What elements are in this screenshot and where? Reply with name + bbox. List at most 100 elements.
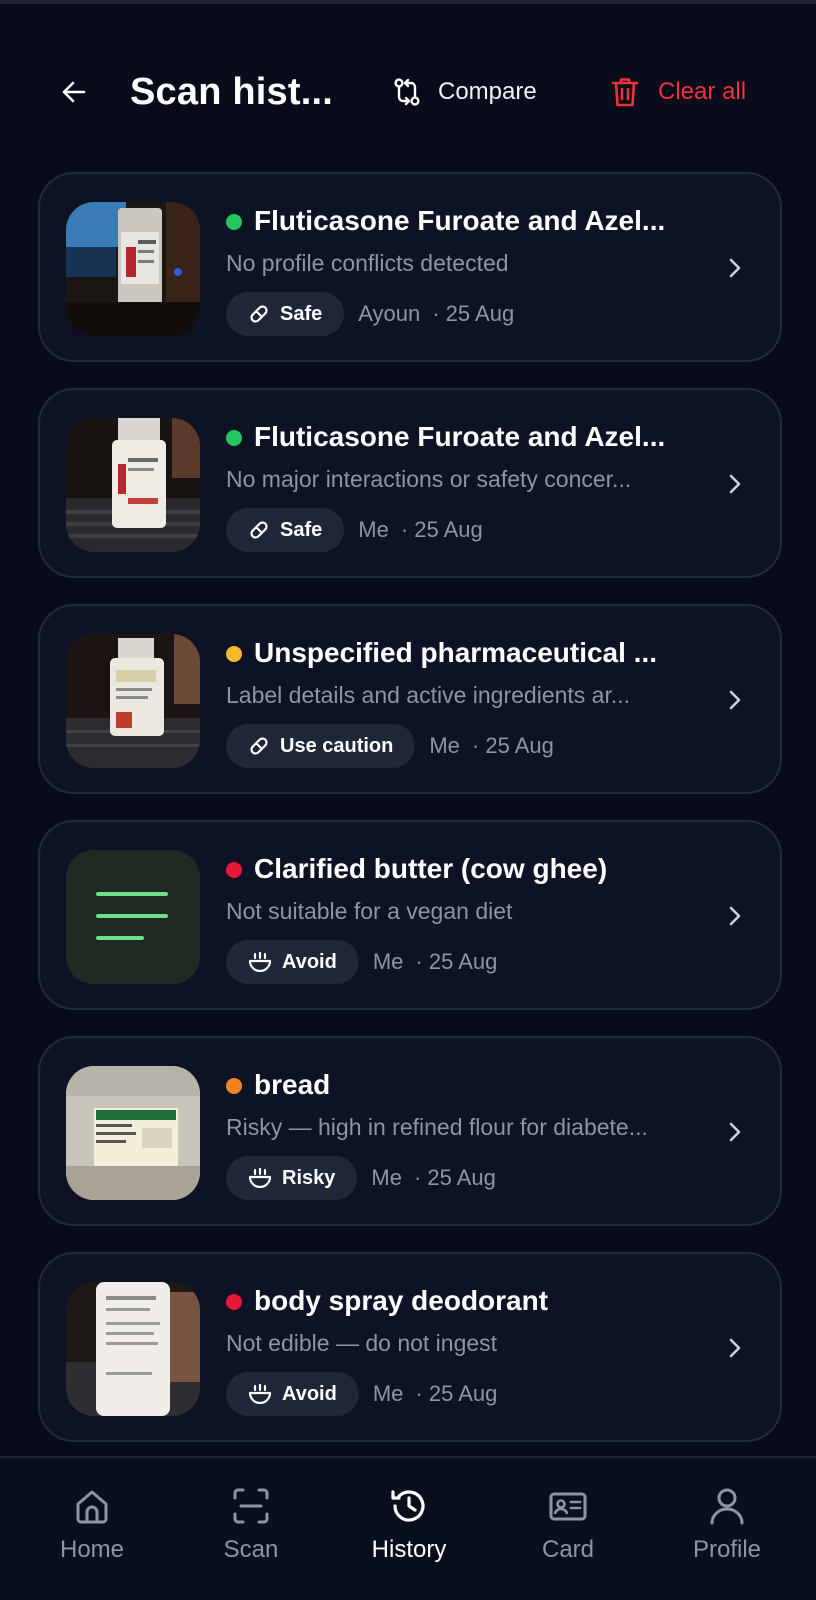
status-bar-line (0, 0, 816, 4)
scan-meta: Avoid Me · 25 Aug (226, 1372, 497, 1416)
product-summary: No major interactions or safety concer..… (226, 466, 632, 492)
nav-profile-label: Profile (692, 1536, 762, 1563)
verdict-label: Safe (280, 518, 323, 541)
scan-date: · 25 Aug (471, 733, 554, 758)
verdict-label: Risky (282, 1166, 336, 1189)
verdict-badge[interactable]: Safe (226, 292, 345, 336)
user-icon (710, 1488, 744, 1525)
page-title: Scan hist... (130, 71, 334, 113)
verdict-badge[interactable]: Safe (226, 508, 345, 552)
product-title: Clarified butter (cow ghee) (254, 853, 608, 884)
verdict-label: Use caution (280, 734, 394, 757)
chevron-right-icon (720, 682, 750, 718)
scan-card[interactable]: Clarified butter (cow ghee) Not suitable… (38, 820, 782, 1010)
nav-card[interactable]: Card (508, 1486, 628, 1564)
status-dot (226, 646, 242, 662)
clear-all-label: Clear all (658, 78, 747, 105)
history-icon (391, 1490, 425, 1522)
chevron-right-icon (720, 1114, 750, 1150)
food-bowl-icon (248, 951, 272, 973)
nav-home[interactable]: Home (32, 1486, 152, 1564)
product-thumbnail (66, 418, 200, 552)
nav-home-label: Home (59, 1536, 125, 1563)
product-summary: Not suitable for a vegan diet (226, 898, 513, 924)
compare-label: Compare (438, 78, 537, 105)
product-summary: Label details and active ingredients ar.… (226, 682, 631, 708)
app-header: Scan hist... Compare Clear all (0, 60, 816, 124)
verdict-badge[interactable]: Risky (226, 1156, 358, 1200)
scanned-by: Me (358, 517, 389, 542)
nav-history[interactable]: History (349, 1486, 469, 1564)
nav-card-label: Card (541, 1536, 595, 1563)
verdict-label: Avoid (282, 950, 337, 973)
chevron-right-icon (720, 466, 750, 502)
lines-icon (66, 850, 200, 984)
scanned-by: Me (372, 1381, 404, 1406)
bottom-navigation: Home Scan History Card Profile (0, 1456, 816, 1600)
nav-scan-label: Scan (223, 1536, 279, 1563)
pill-icon (250, 737, 268, 755)
scan-card[interactable]: bread Risky — high in refined flour for … (38, 1036, 782, 1226)
chevron-right-icon (720, 1330, 750, 1366)
scan-card[interactable]: Fluticasone Furoate and Azel... No profi… (38, 172, 782, 362)
compare-button[interactable]: Compare (392, 70, 537, 114)
scan-meta: Risky Me · 25 Aug (226, 1156, 496, 1200)
verdict-label: Avoid (282, 1382, 337, 1405)
product-summary: Risky — high in refined flour for diabet… (226, 1114, 648, 1140)
back-button[interactable] (52, 70, 96, 114)
scan-meta: Safe Ayoun · 25 Aug (226, 292, 514, 336)
id-card-icon (549, 1492, 587, 1521)
scan-meta: Avoid Me · 25 Aug (226, 940, 497, 984)
verdict-badge[interactable]: Avoid (226, 940, 359, 984)
status-dot (226, 214, 242, 230)
chevron-right-icon (720, 250, 750, 286)
text-entry-thumbnail (66, 850, 200, 984)
pill-icon (250, 521, 268, 539)
product-title: Fluticasone Furoate and Azel... (254, 205, 666, 236)
product-thumbnail (66, 634, 200, 768)
verdict-badge[interactable]: Avoid (226, 1372, 359, 1416)
scan-date: · 25 Aug (415, 1381, 498, 1406)
product-thumbnail (66, 202, 200, 336)
nav-profile[interactable]: Profile (667, 1486, 787, 1564)
status-dot (226, 1294, 242, 1310)
scan-card[interactable]: Unspecified pharmaceutical ... Label det… (38, 604, 782, 794)
clear-all-button[interactable]: Clear all (610, 70, 746, 114)
scanned-by: Me (372, 949, 404, 974)
scan-date: · 25 Aug (415, 949, 498, 974)
scan-meta: Safe Me · 25 Aug (226, 508, 483, 552)
product-thumbnail (66, 1066, 200, 1200)
scan-card[interactable]: body spray deodorant Not edible — do not… (38, 1252, 782, 1442)
scanned-by: Me (429, 733, 460, 758)
verdict-label: Safe (280, 302, 323, 325)
scan-frame-icon (233, 1488, 269, 1524)
product-title: Unspecified pharmaceutical ... (254, 637, 658, 668)
nav-scan[interactable]: Scan (191, 1486, 311, 1564)
scan-date: · 25 Aug (432, 301, 515, 326)
scan-date: · 25 Aug (400, 517, 483, 542)
compare-icon (394, 78, 420, 106)
chevron-right-icon (720, 898, 750, 934)
scanned-by: Ayoun (358, 301, 421, 326)
scan-meta: Use caution Me · 25 Aug (226, 724, 554, 768)
scan-card[interactable]: Fluticasone Furoate and Azel... No major… (38, 388, 782, 578)
nav-history-label: History (371, 1536, 447, 1563)
pill-icon (250, 305, 268, 323)
status-dot (226, 430, 242, 446)
product-title: bread (254, 1069, 331, 1100)
product-summary: No profile conflicts detected (226, 250, 509, 276)
verdict-badge[interactable]: Use caution (226, 724, 416, 768)
scan-date: · 25 Aug (413, 1165, 496, 1190)
food-bowl-icon (248, 1167, 272, 1189)
status-dot (226, 1078, 242, 1094)
status-dot (226, 862, 242, 878)
food-bowl-icon (248, 1383, 272, 1405)
product-title: Fluticasone Furoate and Azel... (254, 421, 666, 452)
scanned-by: Me (371, 1165, 402, 1190)
product-title: body spray deodorant (254, 1285, 549, 1316)
scan-history-list: Fluticasone Furoate and Azel... No profi… (38, 172, 782, 1468)
product-summary: Not edible — do not ingest (226, 1330, 498, 1356)
product-thumbnail (66, 1282, 200, 1416)
home-icon (76, 1490, 108, 1524)
trash-icon (611, 78, 639, 107)
